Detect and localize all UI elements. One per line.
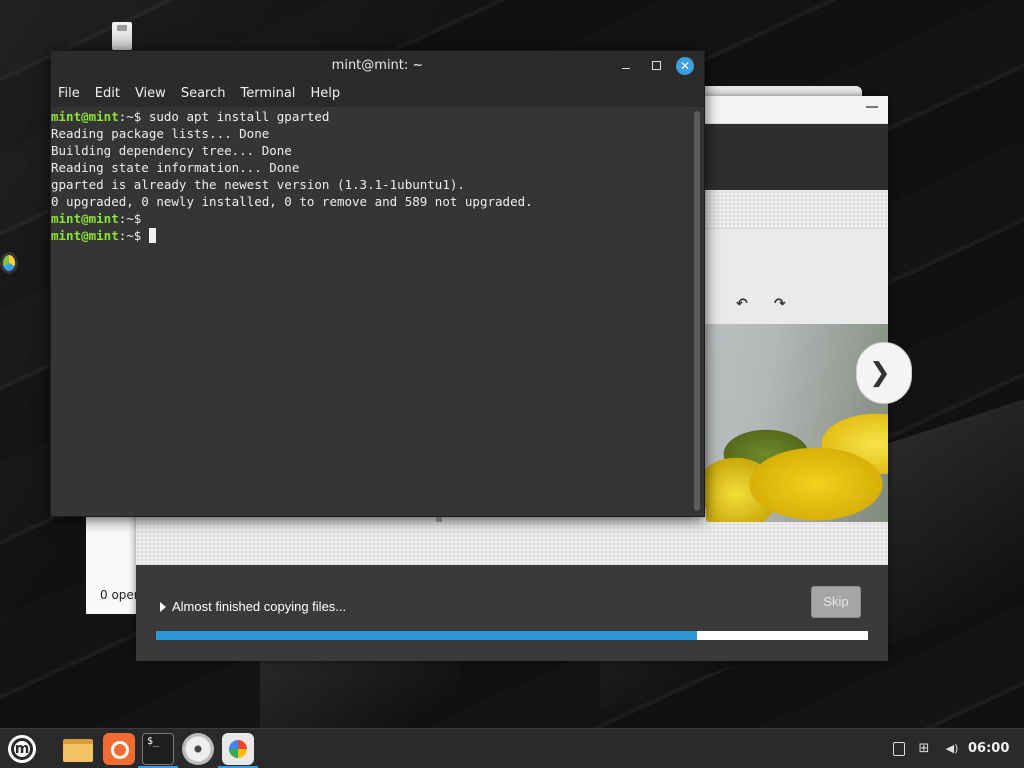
window-title: mint@mint: ~ (331, 58, 424, 73)
terminal-icon: $_ (147, 736, 160, 747)
terminal-launcher[interactable]: $_ (142, 733, 174, 765)
terminal-window: mint@mint: ~ ✕ File Edit View Search Ter… (50, 50, 705, 517)
output-text: 0 upgraded, 0 newly installed, 0 to remo… (51, 194, 533, 209)
files-launcher[interactable] (62, 733, 94, 765)
prompt-path: :~$ (118, 228, 149, 243)
rotate-left-icon[interactable]: ↶ (736, 296, 748, 312)
installer-launcher[interactable] (222, 733, 254, 765)
mint-logo-icon: m (14, 741, 30, 757)
progress-details-toggle[interactable]: Almost finished copying files... (160, 599, 346, 614)
progress-text: Almost finished copying files... (172, 599, 347, 614)
prompt-user: mint@mint (51, 211, 119, 226)
expander-triangle-icon (160, 601, 166, 612)
command-text: sudo apt install gparted (148, 109, 330, 124)
close-icon[interactable]: ✕ (676, 57, 694, 75)
skip-button[interactable]: Skip (811, 586, 861, 618)
clipboard-icon[interactable] (893, 742, 905, 756)
terminal-line: Reading package lists... Done (51, 125, 704, 142)
menu-file[interactable]: File (58, 86, 80, 101)
terminal-line: mint@mint:~$ (51, 227, 704, 244)
terminal-menubar: File Edit View Search Terminal Help (51, 80, 704, 107)
menu-search[interactable]: Search (181, 86, 226, 101)
firefox-launcher[interactable] (103, 733, 135, 765)
output-text: gparted is already the newest version (1… (51, 177, 465, 192)
next-slide-button[interactable]: ❯ (856, 342, 912, 404)
folder-icon-front (63, 744, 93, 762)
terminal-line: Reading state information... Done (51, 159, 704, 176)
minimize-icon[interactable] (866, 106, 878, 108)
chevron-right-icon: ❯ (869, 358, 891, 388)
menu-edit[interactable]: Edit (95, 86, 120, 101)
minimize-icon[interactable] (617, 57, 635, 75)
progress-bar-fill (156, 631, 698, 640)
operations-status: 0 oper (100, 588, 139, 602)
prompt-user: mint@mint (51, 109, 119, 124)
menu-terminal[interactable]: Terminal (240, 86, 295, 101)
terminal-titlebar[interactable]: mint@mint: ~ ✕ (51, 51, 704, 80)
output-text: Reading package lists... Done (51, 126, 270, 141)
network-icon[interactable]: ⊞ (916, 741, 932, 757)
terminal-line: mint@mint:~$ sudo apt install gparted (51, 108, 704, 125)
menu-help[interactable]: Help (310, 86, 340, 101)
terminal-output[interactable]: mint@mint:~$ sudo apt install gparted Re… (51, 107, 704, 516)
prompt-path: :~$ (118, 109, 149, 124)
prompt-path: :~$ (118, 211, 149, 226)
maximize-icon[interactable] (647, 57, 665, 75)
terminal-line: gparted is already the newest version (1… (51, 176, 704, 193)
output-text: Reading state information... Done (51, 160, 300, 175)
usb-drive-icon[interactable] (112, 22, 132, 50)
menu-view[interactable]: View (135, 86, 166, 101)
rotate-right-icon[interactable]: ↷ (774, 296, 786, 312)
clock[interactable]: 06:00 (968, 741, 1009, 756)
prompt-user: mint@mint (51, 228, 119, 243)
volume-icon[interactable]: ◀) (941, 741, 963, 757)
mint-menu-button[interactable]: m (6, 733, 38, 765)
output-text: Building dependency tree... Done (51, 143, 292, 158)
terminal-line: 0 upgraded, 0 newly installed, 0 to remo… (51, 193, 704, 210)
terminal-line: Building dependency tree... Done (51, 142, 704, 159)
terminal-scrollbar[interactable] (694, 111, 700, 511)
disc-launcher[interactable] (182, 733, 214, 765)
desktop-app-icon[interactable] (0, 252, 18, 274)
desktop-decoration (880, 394, 1024, 646)
installer-pattern-band (136, 522, 888, 565)
terminal-line: mint@mint:~$ (51, 210, 704, 227)
taskbar: m $_ ⊞ ◀) 06:00 (0, 728, 1024, 768)
progress-panel: Almost finished copying files... Skip (136, 565, 888, 661)
text-cursor (148, 228, 156, 243)
progress-bar (156, 631, 868, 640)
